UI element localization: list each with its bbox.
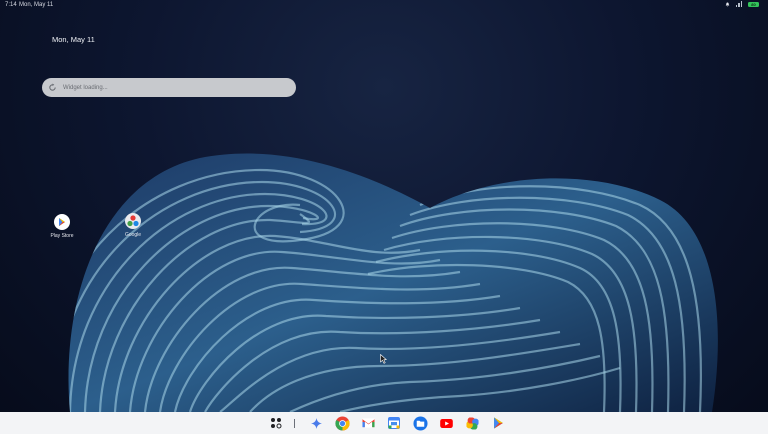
- app-dock: [268, 415, 516, 431]
- gmail-button[interactable]: [360, 415, 376, 431]
- desktop-app-google-folder[interactable]: Google: [115, 213, 151, 238]
- gmail-icon: [361, 418, 375, 428]
- calendar-icon: [388, 417, 400, 429]
- files-button[interactable]: [412, 415, 428, 431]
- taskbar: [0, 412, 768, 434]
- status-bar: 7:14 Mon, May 11 80: [0, 0, 768, 11]
- app-label: Google: [124, 232, 142, 238]
- files-icon: [412, 415, 428, 431]
- status-date: Mon, May 11: [19, 2, 54, 8]
- calendar-button[interactable]: [386, 415, 402, 431]
- status-tray[interactable]: 80: [725, 1, 759, 7]
- home-date: Mon, May 11: [52, 35, 95, 44]
- play-store-button[interactable]: [490, 415, 506, 431]
- battery-icon: 80: [748, 1, 759, 7]
- play-store-icon: [54, 214, 70, 230]
- youtube-icon: [439, 418, 453, 428]
- launcher-icon: [271, 418, 282, 429]
- app-label: Play Store: [50, 233, 74, 239]
- desktop-app-play-store[interactable]: Play Store: [44, 214, 80, 239]
- photos-button[interactable]: [464, 415, 480, 431]
- refresh-icon: [48, 83, 57, 92]
- mouse-cursor-icon: [380, 354, 387, 364]
- wallpaper-wave: [68, 153, 718, 412]
- chrome-icon: [334, 415, 350, 431]
- notification-bell-icon: [725, 2, 729, 6]
- signal-icon: [735, 1, 742, 7]
- status-time: 7:14: [5, 2, 17, 8]
- google-folder-icon: [125, 213, 141, 229]
- launcher-button[interactable]: [268, 415, 284, 431]
- gemini-icon: [310, 417, 322, 429]
- photos-icon: [465, 416, 479, 430]
- search-widget[interactable]: Widget loading...: [42, 78, 296, 97]
- dock-divider: [294, 418, 295, 428]
- chrome-button[interactable]: [334, 415, 350, 431]
- widget-placeholder: Widget loading...: [63, 84, 108, 91]
- play-store-icon: [493, 417, 503, 429]
- youtube-button[interactable]: [438, 415, 454, 431]
- gemini-button[interactable]: [308, 415, 324, 431]
